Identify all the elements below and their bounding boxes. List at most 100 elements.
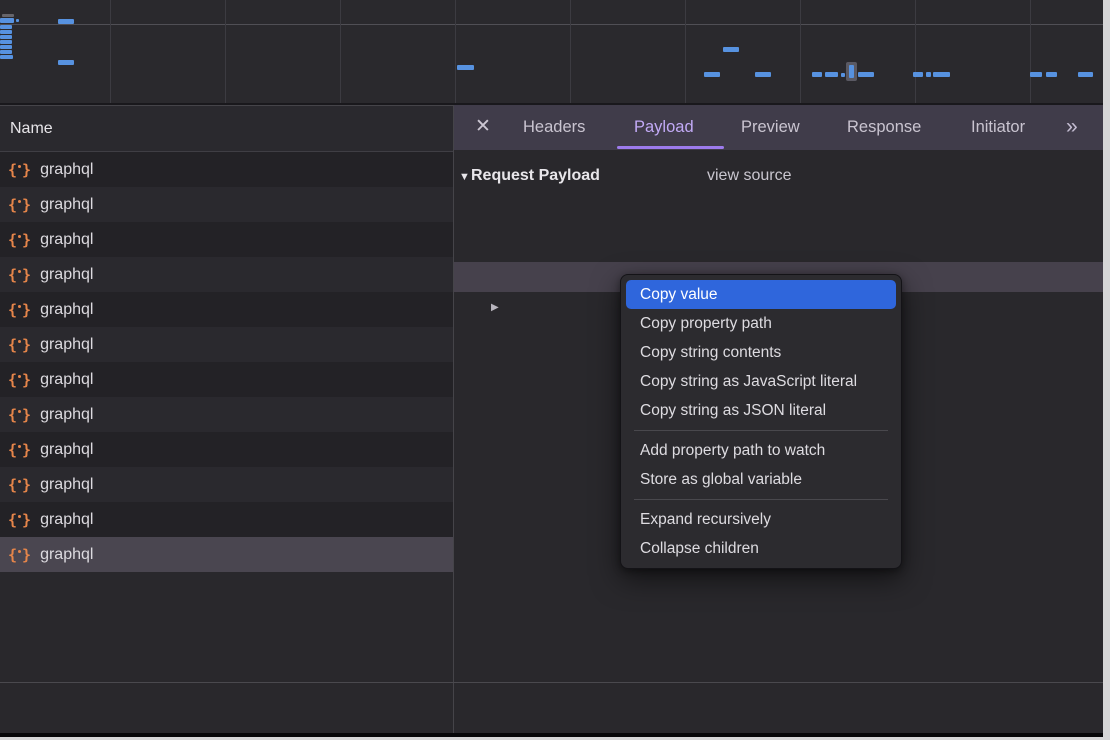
- overview-gridline-horizontal: [0, 24, 1103, 25]
- request-name-label: graphql: [40, 371, 93, 389]
- menu-divider: [634, 499, 888, 500]
- json-icon: {}: [8, 441, 31, 459]
- request-timing-bar: [0, 25, 12, 29]
- request-timing-bar: [723, 47, 739, 52]
- request-timing-bar: [16, 19, 19, 22]
- json-icon: {}: [8, 336, 31, 354]
- request-name-label: graphql: [40, 301, 93, 319]
- request-timing-bar: [58, 19, 74, 24]
- request-timing-bar: [704, 72, 720, 77]
- overview-gridline: [685, 0, 686, 103]
- request-timing-bar: [0, 50, 12, 54]
- context-menu-item[interactable]: Copy string contents: [626, 338, 896, 367]
- request-row[interactable]: {} graphql: [0, 327, 453, 362]
- context-menu-item[interactable]: Expand recursively: [626, 505, 896, 534]
- overview-gridline: [800, 0, 801, 103]
- name-column-header[interactable]: Name: [0, 105, 453, 152]
- request-timing-bar: [0, 40, 12, 44]
- request-row[interactable]: {} graphql: [0, 502, 453, 537]
- payload-preview-row[interactable]: ▼ {operationName: "ipFlowTimeseries", va…: [454, 202, 1103, 232]
- request-timing-bar: [0, 18, 14, 23]
- request-name-label: graphql: [40, 546, 93, 564]
- json-icon: {}: [8, 161, 31, 179]
- more-tabs-icon[interactable]: »: [1066, 105, 1078, 150]
- request-timing-bar: [0, 45, 12, 49]
- json-icon: {}: [8, 266, 31, 284]
- request-name-label: graphql: [40, 476, 93, 494]
- request-timing-bar: [0, 30, 12, 34]
- json-icon: {}: [8, 196, 31, 214]
- property-row-operationname[interactable]: operationName: "ipFlowTimeseries": [454, 232, 1103, 262]
- request-timing-bar: [1030, 72, 1042, 77]
- tab-preview[interactable]: Preview: [741, 105, 800, 150]
- request-timing-bar: [58, 60, 74, 65]
- overview-gridline: [455, 0, 456, 103]
- request-name-label: graphql: [40, 196, 93, 214]
- request-timing-bar: [755, 72, 771, 77]
- close-icon[interactable]: ✕: [475, 105, 491, 150]
- request-timing-bar: [841, 73, 845, 77]
- request-timing-bar: [0, 35, 12, 39]
- overview-gridline: [340, 0, 341, 103]
- details-tab-bar: ✕ » Headers Payload Preview Response Initiat…: [454, 105, 1103, 150]
- context-menu-item[interactable]: Copy property path: [626, 309, 896, 338]
- context-menu: Copy valueCopy property pathCopy string …: [620, 274, 902, 569]
- request-timing-bar: [1078, 72, 1093, 77]
- overview-gridline: [225, 0, 226, 103]
- request-row[interactable]: {} graphql: [0, 467, 453, 502]
- request-row[interactable]: {}graphql: [0, 397, 453, 432]
- collapse-triangle-icon[interactable]: ▼: [459, 164, 470, 190]
- request-row[interactable]: {} graphql: [0, 362, 453, 397]
- section-title: Request Payload: [471, 163, 600, 189]
- overview-gridline: [915, 0, 916, 103]
- request-name-label: graphql: [40, 336, 93, 354]
- window-bottom-edge: [0, 733, 1103, 737]
- json-icon: {}: [8, 511, 31, 529]
- menu-divider: [634, 430, 888, 431]
- context-menu-item[interactable]: Collapse children: [626, 534, 896, 563]
- overview-gridline: [1030, 0, 1031, 103]
- context-menu-item[interactable]: Copy value: [626, 280, 896, 309]
- tab-headers[interactable]: Headers: [523, 105, 585, 150]
- json-icon: {}: [8, 371, 31, 389]
- overview-gridline: [570, 0, 571, 103]
- json-icon: {}: [8, 301, 31, 319]
- request-name-label: graphql: [40, 511, 93, 529]
- request-timing-bar: [858, 72, 874, 77]
- active-tab-underline: [617, 146, 724, 149]
- json-icon: {}: [8, 476, 31, 494]
- request-timing-bar: [0, 55, 13, 59]
- overview-gridline: [110, 0, 111, 103]
- selected-request-marker-bar: [849, 65, 854, 78]
- request-row[interactable]: {} graphql: [0, 187, 453, 222]
- tab-payload[interactable]: Payload: [634, 105, 694, 150]
- tab-initiator[interactable]: Initiator: [971, 105, 1025, 150]
- request-row[interactable]: {}graphql: [0, 152, 453, 187]
- json-icon: {}: [8, 546, 31, 564]
- pending-request-bar: [2, 14, 14, 17]
- json-icon: {}: [8, 231, 31, 249]
- request-row[interactable]: {} graphql: [0, 292, 453, 327]
- request-timing-bar: [933, 72, 950, 77]
- context-menu-item[interactable]: Store as global variable: [626, 465, 896, 494]
- request-list: {} graphql {} graphql {} graphql {} graphql {} gr…: [0, 152, 453, 572]
- devtools-screenshot: Name {}graphql{}graphql{}graphql{}graphq…: [0, 0, 1110, 740]
- request-name-label: graphql: [40, 266, 93, 284]
- tab-response[interactable]: Response: [847, 105, 921, 150]
- devtools-window: Name {}graphql{}graphql{}graphql{}graphq…: [0, 0, 1103, 737]
- request-timing-bar: [825, 72, 838, 77]
- expand-triangle-icon[interactable]: ▶: [491, 293, 499, 322]
- view-source-link[interactable]: view source: [707, 163, 791, 189]
- context-menu-item[interactable]: Add property path to watch: [626, 436, 896, 465]
- request-timing-bar: [913, 72, 923, 77]
- request-name-label: graphql: [40, 231, 93, 249]
- request-list-panel: Name {}graphql{}graphql{}graphql{}graphq…: [0, 105, 453, 733]
- context-menu-item[interactable]: Copy string as JSON literal: [626, 396, 896, 425]
- request-row[interactable]: {} graphql: [0, 537, 453, 572]
- request-row[interactable]: {} graphql: [0, 257, 453, 292]
- request-row[interactable]: {}graphql: [0, 432, 453, 467]
- network-overview[interactable]: [0, 0, 1103, 105]
- context-menu-item[interactable]: Copy string as JavaScript literal: [626, 367, 896, 396]
- request-name-label: graphql: [40, 406, 93, 424]
- request-row[interactable]: {} graphql: [0, 222, 453, 257]
